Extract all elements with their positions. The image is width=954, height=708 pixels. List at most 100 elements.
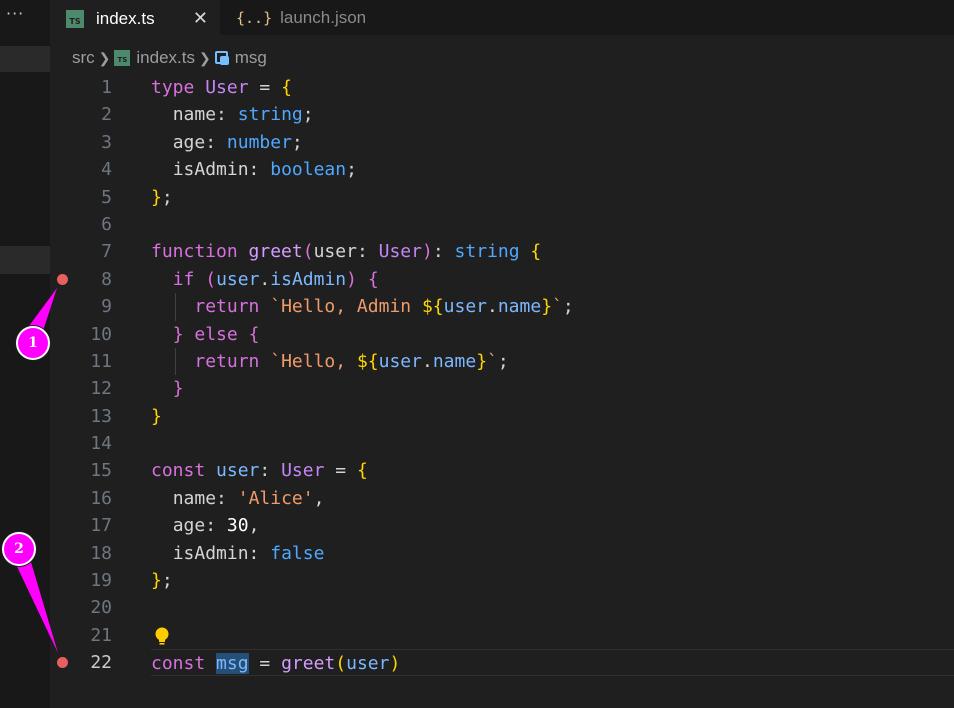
line-number: 8	[101, 268, 112, 290]
code-token: }	[172, 378, 184, 400]
code-line[interactable]: 1 type User = {	[50, 74, 954, 101]
line-number: 6	[101, 213, 112, 235]
breadcrumb-folder[interactable]: src	[72, 48, 95, 68]
code-token: {	[367, 268, 379, 290]
line-number: 18	[90, 542, 112, 564]
code-line[interactable]: 14	[50, 430, 954, 457]
code-text: };	[151, 184, 954, 211]
code-token: =	[259, 77, 271, 98]
code-line[interactable]: 8 if (user.isAdmin) {	[50, 266, 954, 293]
breadcrumb-file[interactable]: index.ts	[136, 48, 195, 68]
code-line[interactable]: 10 } else {	[50, 321, 954, 348]
code-text: return `Hello, Admin ${user.name}`;	[151, 293, 954, 320]
code-token: User	[378, 241, 422, 263]
code-token: boolean	[270, 159, 347, 181]
code-text: } else {	[151, 321, 954, 348]
code-line[interactable]: 2 name: string;	[50, 101, 954, 128]
line-number: 21	[90, 624, 112, 646]
line-number: 3	[101, 131, 112, 153]
code-token: ${	[356, 350, 379, 372]
code-editor[interactable]: 1 type User = {2 name: string; 3 age: numb…	[50, 74, 954, 677]
code-line[interactable]: 17 age: 30,	[50, 512, 954, 539]
code-text: function greet(user: User): string {	[151, 238, 954, 265]
code-token: msg	[216, 653, 249, 675]
code-line[interactable]: 12 }	[50, 375, 954, 402]
code-line[interactable]: 22 const msg = greet(user)	[50, 649, 954, 677]
code-token: `	[552, 296, 563, 318]
code-token: }	[151, 186, 162, 208]
code-token: greet	[248, 241, 303, 263]
code-line[interactable]: 4 isAdmin: boolean;	[50, 156, 954, 183]
close-icon[interactable]: ✕	[193, 8, 208, 29]
code-line[interactable]: 18 isAdmin: false	[50, 540, 954, 567]
more-actions-icon[interactable]: ···	[6, 4, 24, 23]
line-number: 19	[90, 570, 112, 592]
code-line[interactable]: 16 name: 'Alice',	[50, 485, 954, 512]
code-token: greet	[281, 653, 336, 675]
line-number: 16	[90, 487, 112, 509]
code-line[interactable]: 9 return `Hello, Admin ${user.name}`;	[50, 293, 954, 321]
code-token: user	[346, 653, 390, 675]
code-token: :	[216, 104, 227, 126]
lightbulb-icon[interactable]	[152, 626, 172, 646]
code-line[interactable]: 13}	[50, 403, 954, 430]
code-token: user	[443, 296, 487, 318]
code-token: string	[237, 104, 303, 126]
tab-label: index.ts	[96, 8, 155, 28]
code-token: string	[454, 241, 520, 263]
code-line[interactable]: 15 const user: User = {	[50, 457, 954, 484]
code-token: age	[172, 131, 206, 153]
code-token: user	[378, 350, 422, 372]
code-token: isAdmin	[172, 542, 249, 564]
line-number: 4	[101, 159, 112, 181]
annotation-marker-1: 1	[16, 326, 50, 360]
code-line[interactable]: 20	[50, 594, 954, 621]
code-token: }	[151, 570, 162, 592]
code-text: const user: User = {	[151, 457, 954, 484]
sidebar-row-highlight	[0, 46, 50, 72]
line-number: 5	[101, 186, 112, 208]
code-text: name: 'Alice',	[151, 485, 954, 512]
code-token: :	[432, 241, 444, 263]
code-token: }	[476, 350, 488, 372]
json-file-icon: {..}	[236, 8, 273, 27]
code-token: `	[487, 350, 498, 372]
code-line[interactable]: 11 return `Hello, ${user.name}`;	[50, 347, 954, 376]
tab-index-ts[interactable]: TS index.ts ✕	[50, 0, 220, 36]
code-line[interactable]: 6	[50, 211, 954, 238]
code-token: :	[205, 131, 217, 153]
code-line[interactable]: 7 function greet(user: User): string {	[50, 238, 954, 265]
annotation-marker-2: 2	[2, 532, 36, 566]
code-line[interactable]: 5};	[50, 184, 954, 211]
code-token: ;	[497, 350, 509, 372]
code-token: name	[432, 350, 477, 372]
code-token: 30	[226, 515, 249, 537]
code-token: :	[248, 542, 260, 564]
sidebar-row-highlight	[0, 246, 50, 274]
breadcrumb-symbol[interactable]: msg	[235, 48, 267, 68]
line-number: 11	[90, 350, 112, 372]
code-line[interactable]: 21	[50, 622, 954, 649]
code-line[interactable]: 19};	[50, 567, 954, 594]
line-number: 2	[101, 104, 112, 126]
tab-launch-json[interactable]: {..} launch.json	[220, 0, 420, 35]
code-token: {	[281, 77, 292, 98]
code-line[interactable]: 3 age: number;	[50, 129, 954, 156]
